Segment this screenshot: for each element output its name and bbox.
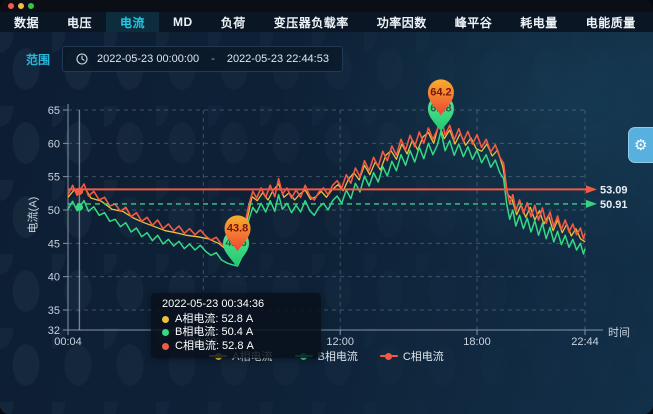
y-axis-name: 电流(A) [24,197,40,234]
tooltip-series-dot [162,316,169,323]
nav-tab-数据[interactable]: 数据 [0,12,53,32]
nav-tab-耗电量[interactable]: 耗电量 [506,12,572,32]
tooltip-timestamp: 2022-05-23 00:34:36 [162,298,310,312]
range-end-value: 2022-05-23 22:44:53 [227,53,329,65]
nav-tab-负荷[interactable]: 负荷 [207,12,260,32]
chart-legend: A相电流B相电流C相电流 [68,348,585,364]
legend-label: C相电流 [403,348,444,364]
legend-line-dot-marker [380,352,398,360]
nav-tab-功率因数[interactable]: 功率因数 [363,12,441,32]
tooltip-row-B相电流: B相电流: 50.4 A [162,326,310,340]
gear-icon: ⚙ [634,138,647,153]
nav-tab-MD[interactable]: MD [159,12,207,32]
range-start-value: 2022-05-23 00:00:00 [97,53,199,65]
nav-tab-变压器负载率[interactable]: 变压器负载率 [260,12,363,32]
tooltip-row-A相电流: A相电流: 52.8 A [162,313,310,327]
date-range-input[interactable]: 2022-05-23 00:00:00 - 2022-05-23 22:44:5… [62,46,343,72]
tooltip-series-dot [162,329,169,336]
app-window: 数据电压电流MD负荷变压器负载率功率因数峰平谷耗电量电能质量历史 范围 2022… [0,0,653,414]
tooltip-series-value: C相电流: 52.8 A [175,340,254,354]
traffic-lights [8,3,34,9]
top-nav: 数据电压电流MD负荷变压器负载率功率因数峰平谷耗电量电能质量历史 [0,12,653,32]
zoom-window-button[interactable] [28,3,34,9]
tooltip-series-dot [162,343,169,350]
tooltip-series-value: A相电流: 52.8 A [175,313,253,327]
nav-tab-电压[interactable]: 电压 [53,12,106,32]
tooltip-series-value: B相电流: 50.4 A [175,326,253,340]
window-titlebar [0,0,653,12]
legend-label: B相电流 [318,348,358,364]
minimize-window-button[interactable] [18,3,24,9]
close-window-button[interactable] [8,3,14,9]
legend-item-C相电流[interactable]: C相电流 [380,348,444,364]
range-separator: - [208,53,218,65]
nav-tab-电能质量[interactable]: 电能质量 [572,12,650,32]
x-axis-name: 时间 [608,324,630,340]
range-label: 范围 [26,51,50,68]
chart-tooltip: 2022-05-23 00:34:36 A相电流: 52.8 AB相电流: 50… [151,293,321,358]
settings-float-button[interactable]: ⚙ [628,127,653,163]
nav-tab-峰平谷[interactable]: 峰平谷 [441,12,507,32]
nav-tab-电流[interactable]: 电流 [106,12,159,32]
tooltip-row-C相电流: C相电流: 52.8 A [162,340,310,354]
clock-icon [76,53,88,65]
